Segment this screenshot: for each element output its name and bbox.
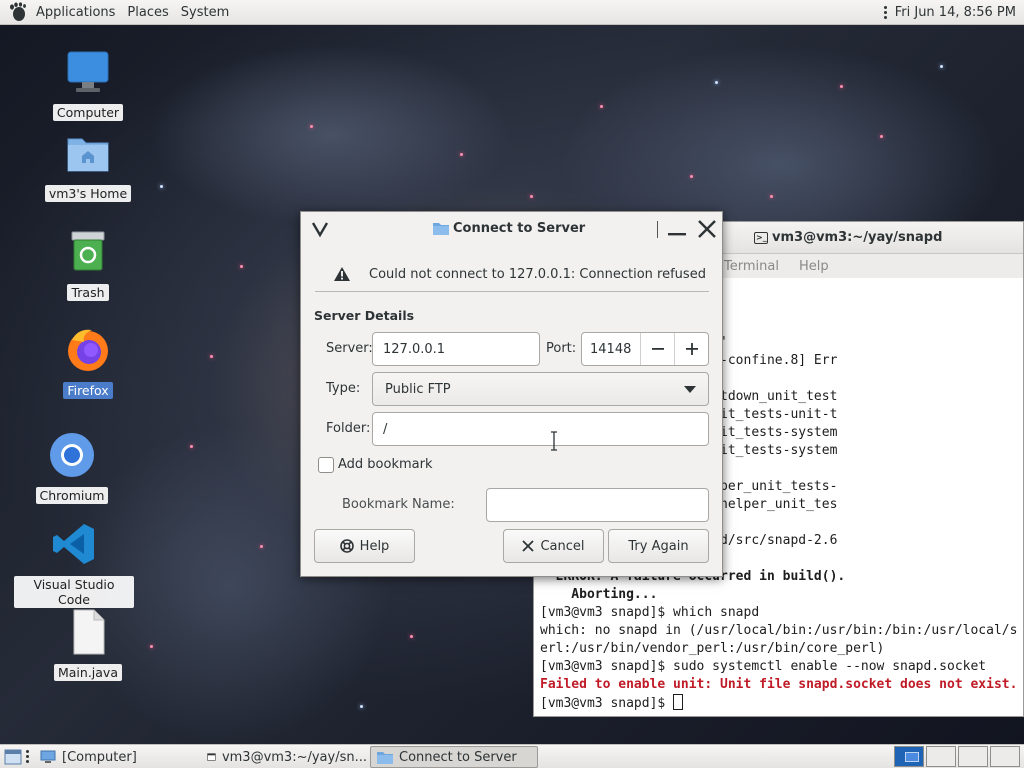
terminal-line: [vm3@vm3 snapd]$ which snapd bbox=[540, 605, 760, 620]
workspace-2[interactable] bbox=[926, 746, 956, 767]
task-computer[interactable]: [Computer] bbox=[34, 746, 200, 768]
desktop-icon-label: Main.java bbox=[53, 664, 122, 681]
add-bookmark-checkbox[interactable] bbox=[318, 457, 334, 473]
computer-icon bbox=[40, 750, 56, 763]
applications-menu[interactable]: Applications bbox=[30, 0, 121, 25]
cancel-button[interactable]: Cancel bbox=[503, 529, 604, 563]
text-cursor-icon bbox=[551, 431, 557, 451]
task-label: Connect to Server bbox=[399, 749, 517, 765]
desktop-icon-computer[interactable]: Computer bbox=[40, 48, 136, 121]
places-menu[interactable]: Places bbox=[121, 0, 174, 25]
vscode-icon bbox=[53, 524, 94, 564]
section-heading: Server Details bbox=[314, 308, 415, 323]
dialog-title: Connect to Server bbox=[453, 221, 586, 236]
increment-button[interactable] bbox=[674, 333, 708, 365]
desktop-icon-label: Trash bbox=[67, 284, 109, 301]
bookmark-name-input[interactable] bbox=[486, 488, 709, 522]
minus-icon bbox=[651, 348, 664, 350]
workspace-4[interactable] bbox=[990, 746, 1020, 767]
type-dropdown[interactable]: Public FTP bbox=[372, 372, 709, 406]
bottom-panel: [Computer] vm3@vm3:~/yay/sn... Connect t… bbox=[0, 744, 1024, 768]
terminal-prompt: [vm3@vm3 snapd]$ bbox=[540, 696, 674, 711]
desktop-icon-label: Chromium bbox=[35, 487, 109, 504]
close-icon bbox=[522, 540, 535, 552]
type-value: Public FTP bbox=[385, 381, 451, 397]
desktop-icon-firefox[interactable]: Firefox bbox=[40, 326, 136, 399]
panel-overflow-icon[interactable] bbox=[883, 5, 887, 19]
port-label: Port: bbox=[546, 341, 577, 356]
bookmark-name-label: Bookmark Name: bbox=[342, 497, 455, 512]
terminal-line: [vm3@vm3 snapd]$ sudo systemctl enable -… bbox=[540, 659, 987, 674]
terminal-line: erl:/usr/bin/vendor_perl:/usr/bin/core_p… bbox=[540, 641, 885, 656]
desktop-icon-label: Computer bbox=[52, 104, 124, 121]
text-file-icon bbox=[73, 609, 105, 655]
workspace-1[interactable] bbox=[894, 746, 924, 767]
plus-icon bbox=[685, 343, 698, 355]
help-button[interactable]: Help bbox=[314, 529, 415, 563]
desktop-icon-trash[interactable]: Trash bbox=[40, 228, 136, 301]
terminal-line: Aborting... bbox=[540, 587, 658, 602]
computer-icon bbox=[67, 51, 109, 92]
server-label: Server: bbox=[326, 341, 373, 356]
folder-icon bbox=[377, 751, 393, 764]
desktop-icon-label: Firefox bbox=[63, 382, 113, 399]
port-value: 14148 bbox=[590, 341, 632, 357]
workspace-3[interactable] bbox=[958, 746, 988, 767]
terminal-title: vm3@vm3:~/yay/snapd bbox=[772, 230, 943, 245]
terminal-icon: >_ bbox=[754, 231, 768, 244]
warning-icon bbox=[334, 267, 350, 281]
top-panel: Applications Places System Fri Jun 14, 8… bbox=[0, 0, 1024, 25]
chevron-down-icon bbox=[684, 386, 696, 393]
show-desktop-icon[interactable] bbox=[4, 749, 22, 765]
taskbar-separator-grip[interactable] bbox=[26, 750, 29, 763]
task-label: [Computer] bbox=[62, 749, 137, 765]
type-label: Type: bbox=[326, 381, 361, 396]
task-connect-to-server[interactable]: Connect to Server bbox=[370, 746, 538, 768]
terminal-icon bbox=[207, 753, 216, 761]
help-icon bbox=[339, 539, 354, 553]
cancel-label: Cancel bbox=[540, 538, 585, 554]
server-input[interactable]: 127.0.0.1 bbox=[372, 332, 540, 366]
decrement-button[interactable] bbox=[640, 333, 674, 365]
folder-input[interactable]: / bbox=[372, 412, 709, 446]
error-infobar: Could not connect to 127.0.0.1: Connecti… bbox=[315, 256, 709, 292]
desktop-icon-home[interactable]: vm3's Home bbox=[40, 129, 136, 202]
task-terminal[interactable]: vm3@vm3:~/yay/sn... bbox=[201, 746, 367, 768]
close-icon[interactable] bbox=[697, 219, 717, 239]
connect-to-server-dialog[interactable]: Connect to Server Could not connect to 1… bbox=[300, 211, 723, 577]
terminal-line: which: no snapd in (/usr/local/bin:/usr/… bbox=[540, 623, 1018, 638]
terminal-line: Failed to enable unit: Unit file snapd.s… bbox=[540, 677, 1018, 692]
dialog-titlebar[interactable]: Connect to Server bbox=[301, 212, 722, 246]
window-menu-icon[interactable] bbox=[311, 220, 329, 238]
trash-icon bbox=[71, 231, 105, 271]
firefox-icon bbox=[68, 329, 108, 371]
gnome-foot-icon[interactable] bbox=[6, 2, 28, 22]
desktop-icon-label: Visual Studio Code bbox=[14, 576, 134, 608]
desktop-icon-chromium[interactable]: Chromium bbox=[24, 431, 120, 504]
desktop-icon-main-java[interactable]: Main.java bbox=[40, 608, 136, 681]
terminal-menu-help[interactable]: Help bbox=[799, 259, 829, 274]
error-message: Could not connect to 127.0.0.1: Connecti… bbox=[369, 267, 706, 282]
terminal-cursor bbox=[673, 694, 684, 710]
try-again-button[interactable]: Try Again bbox=[608, 529, 709, 563]
desktop-icon-vscode[interactable]: Visual Studio Code bbox=[14, 520, 134, 608]
add-bookmark-label[interactable]: Add bookmark bbox=[338, 457, 433, 472]
desktop-icon-label: vm3's Home bbox=[44, 185, 132, 202]
terminal-prompt-line: [vm3@vm3 snapd]$ bbox=[540, 694, 1017, 713]
folder-label: Folder: bbox=[326, 421, 371, 436]
try-again-label: Try Again bbox=[628, 538, 689, 554]
home-folder-icon bbox=[67, 138, 109, 172]
system-menu[interactable]: System bbox=[175, 0, 235, 25]
folder-icon bbox=[433, 223, 449, 235]
help-label: Help bbox=[359, 538, 390, 554]
chromium-icon bbox=[50, 433, 94, 477]
titlebar-separator bbox=[657, 221, 658, 238]
terminal-menu-terminal[interactable]: Terminal bbox=[724, 259, 779, 274]
task-label: vm3@vm3:~/yay/sn... bbox=[221, 749, 367, 765]
minimize-icon[interactable] bbox=[667, 222, 687, 238]
panel-clock[interactable]: Fri Jun 14, 8:56 PM bbox=[895, 5, 1016, 20]
